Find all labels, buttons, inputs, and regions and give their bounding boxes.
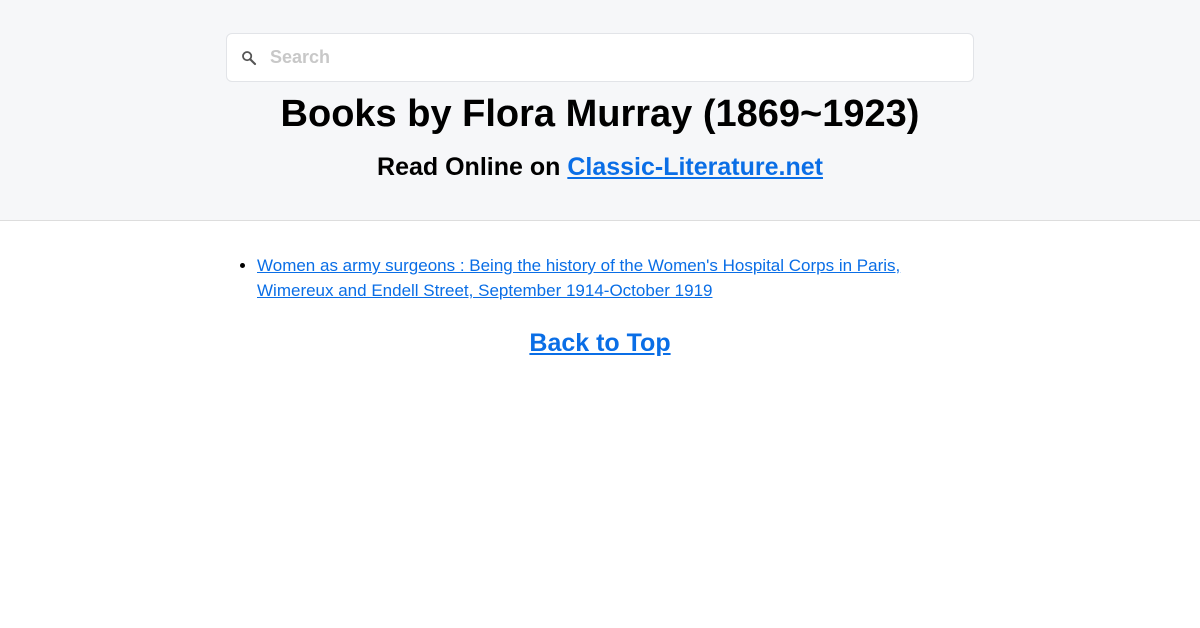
back-to-top: Back to Top (0, 327, 1200, 359)
page-title: Books by Flora Murray (1869~1923) (280, 93, 920, 135)
book-link[interactable]: Women as army surgeons : Being the histo… (257, 256, 900, 300)
subtitle: Read Online on Classic-Literature.net (0, 151, 1200, 183)
search-icon[interactable] (240, 49, 258, 67)
search-box[interactable] (226, 33, 974, 82)
subtitle-prefix: Read Online on (377, 153, 568, 181)
site-link[interactable]: Classic-Literature.net (567, 153, 823, 181)
back-to-top-link[interactable]: Back to Top (529, 329, 670, 357)
page-header: Books by Flora Murray (1869~1923) Read O… (0, 0, 1200, 221)
list-item: Women as army surgeons : Being the histo… (257, 253, 969, 303)
search-input[interactable] (270, 34, 960, 81)
book-list: Women as army surgeons : Being the histo… (257, 253, 969, 303)
